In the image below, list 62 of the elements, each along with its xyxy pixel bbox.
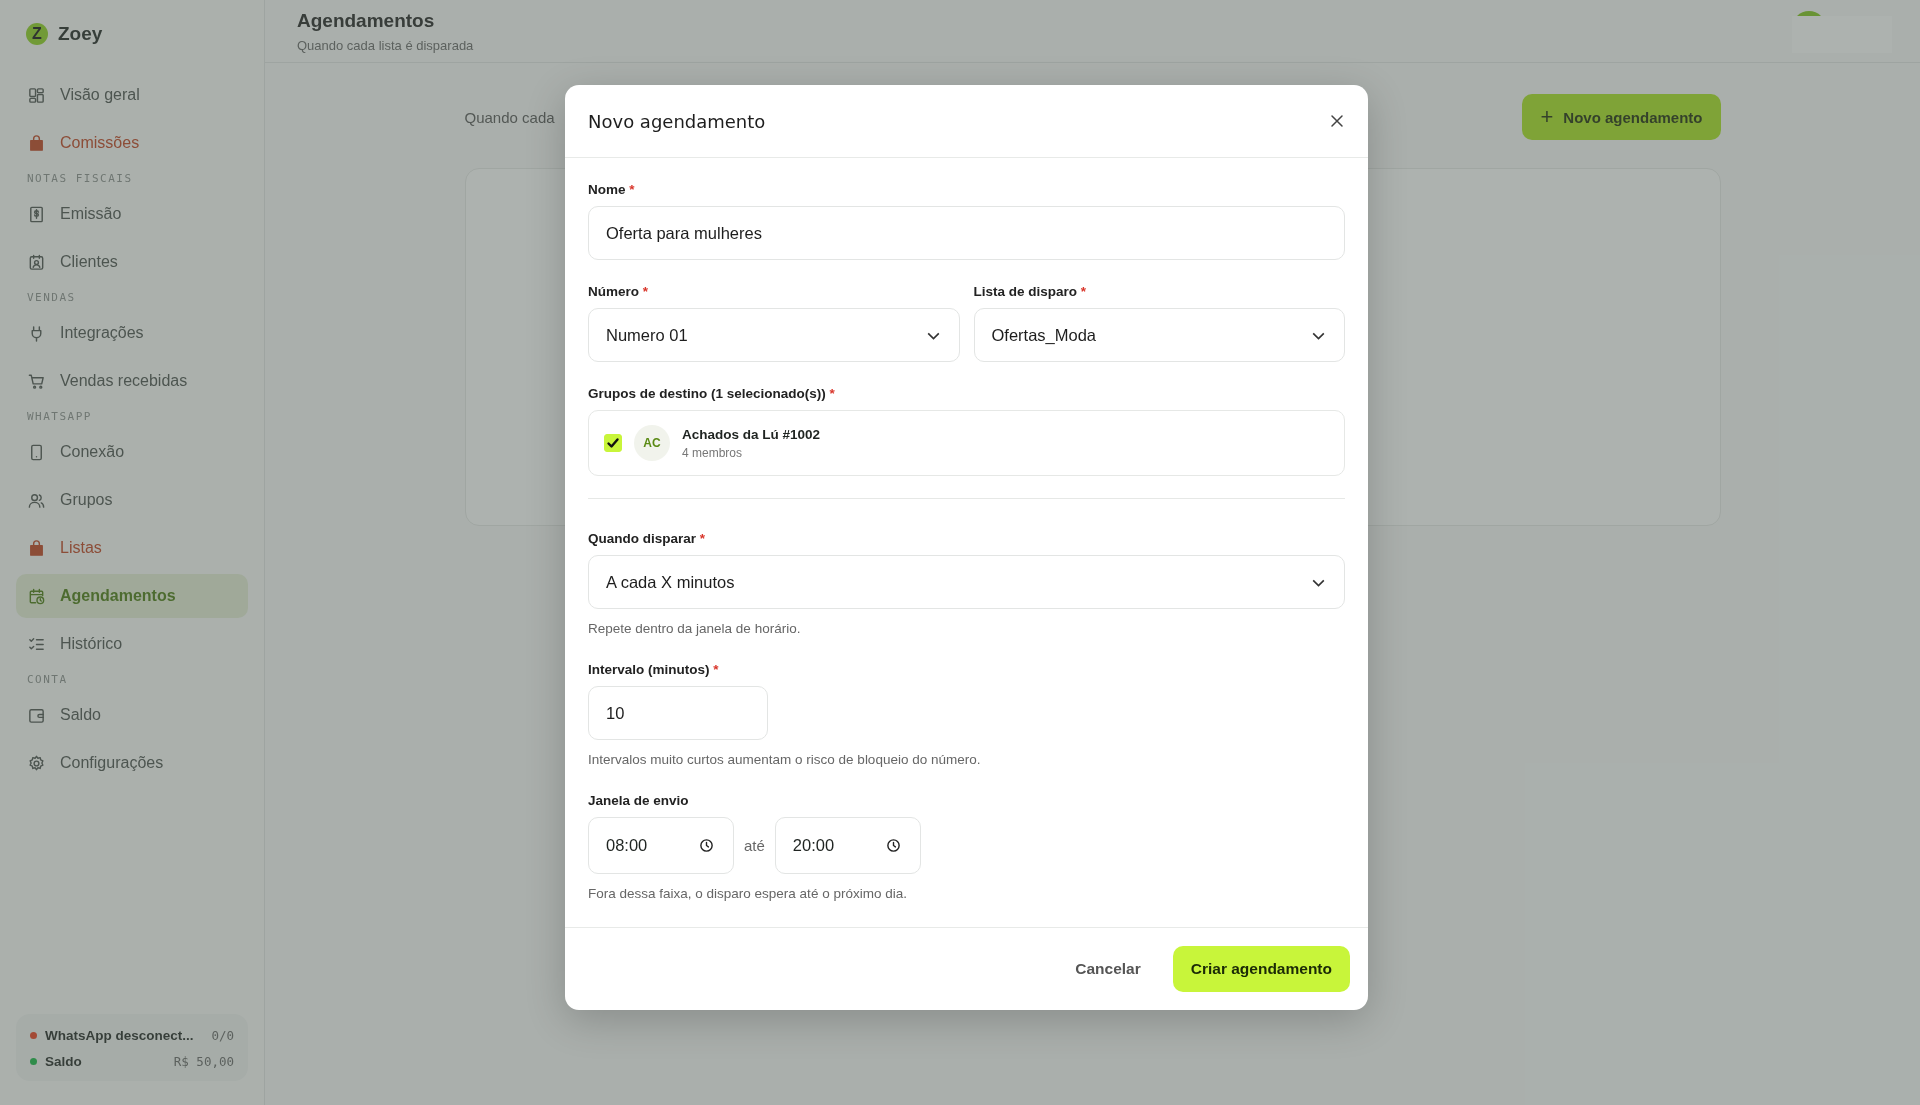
field-hint: Intervalos muito curtos aumentam o risco de bloqueio do número.	[588, 752, 982, 768]
status-label: Saldo	[45, 1054, 83, 1069]
brand-name: Zoey	[58, 23, 103, 45]
section-heading: CONTA	[26, 672, 69, 688]
field-label: Nome *	[588, 182, 636, 198]
interval-input[interactable]: 10	[588, 686, 768, 741]
modal-title: Novo agendamento	[588, 110, 766, 132]
end-time-field[interactable]: 20:00	[774, 817, 921, 875]
number-select[interactable]: Numero 01	[588, 308, 960, 363]
nav-item[interactable]: Saldo	[16, 693, 248, 737]
cancel-button[interactable]: Cancelar	[1069, 959, 1147, 980]
calendar-icon	[27, 586, 46, 606]
nav-item[interactable]: Comissões	[16, 121, 248, 165]
bag-icon	[27, 133, 46, 153]
receipt-icon	[27, 204, 46, 224]
start-time-field[interactable]: 08:00	[588, 817, 734, 875]
field-label: Grupos de destino (1 selecionado(s)) *	[588, 386, 836, 402]
field-hint: Repete dentro da janela de horário.	[588, 621, 802, 637]
status-value: 0/0	[211, 1028, 234, 1043]
field-label: Quando disparar *	[588, 531, 707, 547]
nav-item[interactable]: Emissão	[16, 192, 248, 236]
clock-icon[interactable]	[699, 838, 714, 854]
new-schedule-button[interactable]: + Novo agendamento	[1522, 94, 1721, 140]
field-label: Janela de envio	[588, 793, 690, 809]
page-title: Agendamentos	[297, 9, 436, 32]
nav-item[interactable]: Clientes	[16, 240, 248, 284]
nav-item[interactable]: Integrações	[16, 311, 248, 355]
logo-icon: Z	[26, 23, 48, 45]
name-input[interactable]: Oferta para mulheres	[588, 206, 1345, 261]
nav-item[interactable]: Grupos	[16, 478, 248, 522]
separator-text: até	[744, 837, 765, 855]
page-subtitle: Quando cada lista é disparada	[297, 37, 474, 53]
nav-item[interactable]: Listas	[16, 526, 248, 570]
clock-icon[interactable]	[885, 838, 901, 854]
status-label: WhatsApp desconect...	[45, 1028, 195, 1043]
section-heading: NOTAS FISCAIS	[26, 171, 134, 187]
gear-icon	[27, 753, 46, 773]
nav-item[interactable]: Histórico	[16, 622, 248, 666]
intro-text: Quando cada	[464, 108, 555, 126]
bag-icon	[27, 538, 46, 558]
field-label: Lista de disparo *	[973, 284, 1088, 300]
section-heading: VENDAS	[26, 290, 77, 306]
trigger-select[interactable]: A cada X minutos	[588, 555, 1345, 610]
section-heading: WHATSAPP	[26, 409, 93, 425]
status-value: R$ 50,00	[173, 1054, 234, 1069]
nav-item[interactable]: Visão geral	[16, 73, 248, 117]
group-members: 4 membros	[682, 445, 744, 460]
field-label: Intervalo (minutos) *	[588, 662, 720, 678]
group-name: Achados da Lú #1002	[682, 426, 821, 442]
nav-item[interactable]: Configurações	[16, 741, 248, 785]
close-icon[interactable]	[1329, 113, 1345, 130]
nav-item[interactable]: Agendamentos	[16, 574, 248, 618]
create-button[interactable]: Criar agendamento	[1172, 946, 1350, 993]
list-select[interactable]: Ofertas_Moda	[973, 308, 1345, 363]
contact-icon	[27, 252, 46, 272]
field-label: Número *	[588, 284, 650, 300]
nav-item[interactable]: Vendas recebidas	[16, 359, 248, 403]
grid-icon	[27, 85, 46, 105]
group-avatar: AC	[634, 425, 670, 462]
checkbox[interactable]	[604, 434, 622, 453]
nav-item[interactable]: Conexão	[16, 430, 248, 474]
field-hint: Fora dessa faixa, o disparo espera até o próximo dia.	[588, 886, 908, 902]
